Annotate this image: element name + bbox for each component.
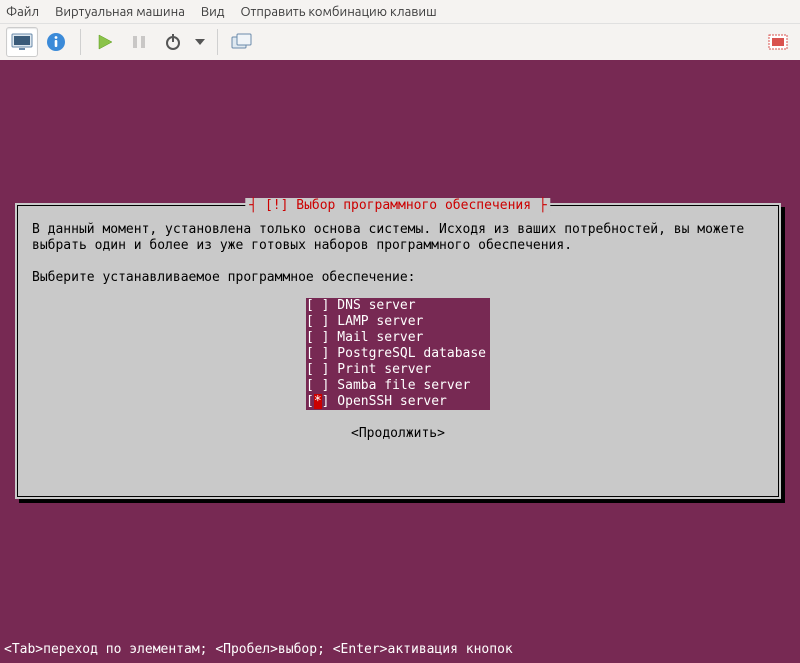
continue-button[interactable]: <Продолжить>	[32, 426, 764, 442]
software-option[interactable]: [ ] DNS server	[306, 298, 490, 314]
toolbar-separator	[80, 29, 81, 55]
power-dropdown[interactable]	[191, 27, 209, 57]
installer-dialog: ┤ [!] Выбор программного обеспечения ├ В…	[15, 203, 781, 499]
menu-sendkeys[interactable]: Отправить комбинацию клавиш	[240, 5, 436, 19]
pause-button[interactable]	[123, 27, 155, 57]
dialog-title: ┤ [!] Выбор программного обеспечения ├	[245, 198, 550, 213]
menu-view[interactable]: Вид	[201, 5, 225, 19]
menubar: Файл Виртуальная машина Вид Отправить ко…	[0, 0, 800, 24]
vm-screen[interactable]: ┤ [!] Выбор программного обеспечения ├ В…	[0, 60, 800, 663]
software-options: [ ] DNS server[ ] LAMP server[ ] Mail se…	[32, 298, 764, 410]
software-option[interactable]: [ ] LAMP server	[306, 314, 490, 330]
toolbar-separator	[217, 29, 218, 55]
fullscreen-button[interactable]	[762, 27, 794, 57]
dialog-description: В данный момент, установлена только осно…	[32, 222, 764, 254]
dialog-prompt: Выберите устанавливаемое программное обе…	[32, 270, 764, 286]
software-option[interactable]: [ ] Samba file server	[306, 378, 490, 394]
power-button[interactable]	[157, 27, 189, 57]
console-button[interactable]	[6, 27, 38, 57]
footer-hint: <Tab>переход по элементам; <Пробел>выбор…	[0, 642, 800, 657]
play-button[interactable]	[89, 27, 121, 57]
toolbar	[0, 24, 800, 60]
software-option[interactable]: [ ] PostgreSQL database	[306, 346, 490, 362]
software-option[interactable]: [ ] Mail server	[306, 330, 490, 346]
software-option[interactable]: [*] OpenSSH server	[306, 394, 490, 410]
software-option[interactable]: [ ] Print server	[306, 362, 490, 378]
snapshots-button[interactable]	[226, 27, 258, 57]
info-button[interactable]	[40, 27, 72, 57]
menu-file[interactable]: Файл	[6, 5, 39, 19]
menu-vm[interactable]: Виртуальная машина	[55, 5, 185, 19]
